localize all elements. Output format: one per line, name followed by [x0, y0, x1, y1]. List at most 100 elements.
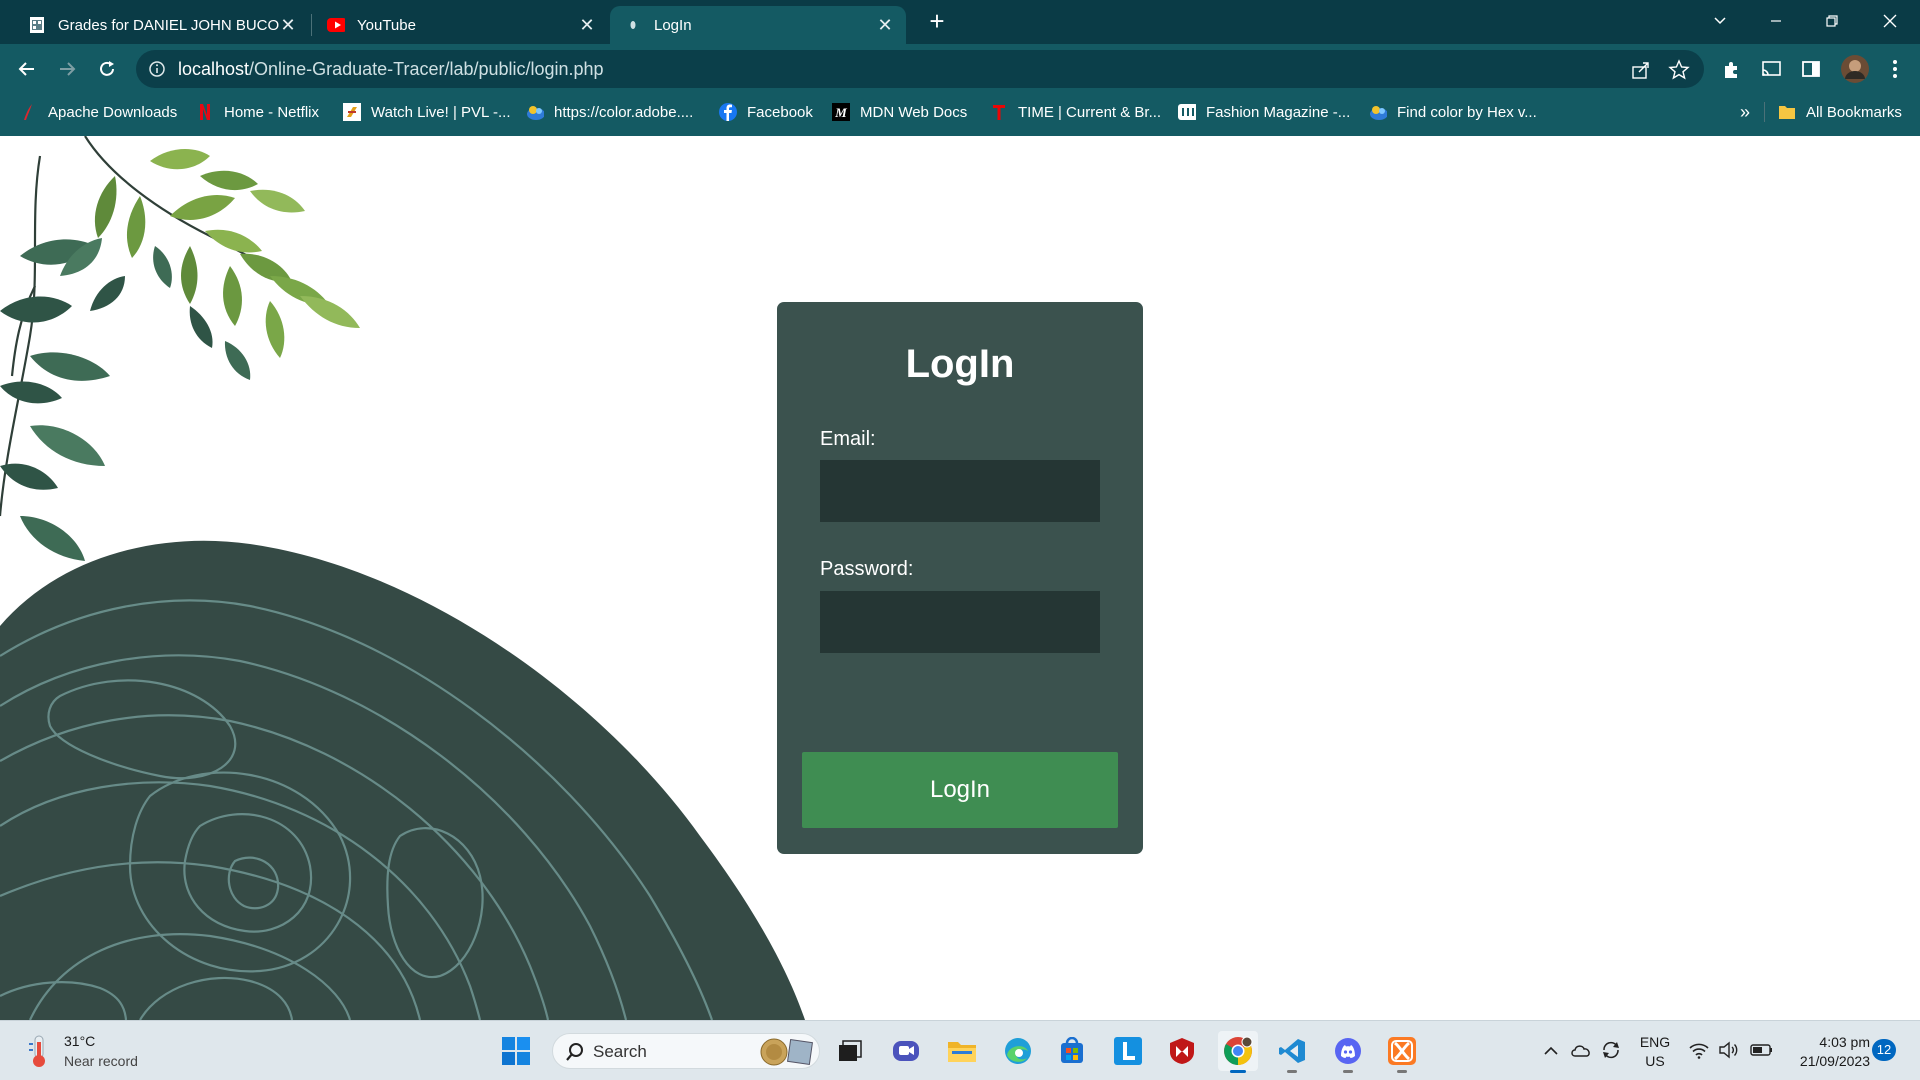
system-clock[interactable]: 4:03 pm 21/09/2023 [1784, 1033, 1870, 1071]
bookmark-apache-downloads[interactable]: Apache Downloads [20, 94, 177, 130]
tab-login[interactable]: LogIn ✕ [610, 6, 906, 44]
tab-grades[interactable]: Grades for DANIEL JOHN BUCO ✕ [14, 6, 309, 44]
email-label: Email: [820, 428, 876, 450]
vscode-button[interactable] [1272, 1031, 1312, 1073]
close-tab-icon[interactable]: ✕ [578, 16, 596, 34]
share-icon[interactable] [1630, 59, 1652, 81]
edge-button[interactable] [998, 1031, 1038, 1071]
bookmark-label: Apache Downloads [48, 103, 178, 121]
bookmark-find-color-hex[interactable]: Find color by Hex v... [1369, 94, 1537, 130]
tab-title: Grades for DANIEL JOHN BUCO [58, 16, 279, 34]
back-button[interactable] [12, 54, 42, 84]
thermometer-icon [29, 1035, 45, 1067]
vscode-icon [1279, 1039, 1305, 1063]
reload-button[interactable] [92, 54, 122, 84]
clock-time: 4:03 pm [1819, 1034, 1870, 1050]
search-icon [566, 1043, 583, 1061]
weather-widget[interactable]: 31°C Near record [26, 1031, 138, 1071]
color-hex-icon [1369, 103, 1387, 121]
bookmark-mdn[interactable]: M MDN Web Docs [832, 94, 967, 130]
tab-strip: Grades for DANIEL JOHN BUCO ✕ YouTube ✕ … [0, 0, 1920, 44]
address-bar[interactable]: localhost/Online-Graduate-Tracer/lab/pub… [136, 50, 1704, 88]
minimize-button[interactable] [1756, 6, 1796, 36]
time-icon [990, 103, 1008, 121]
windows-taskbar: 31°C Near record Search ENG US 4:03 pm 2… [0, 1020, 1920, 1080]
folder-icon [1778, 103, 1796, 121]
bookmark-label: Home - Netflix [224, 103, 320, 121]
chrome-icon [1224, 1036, 1253, 1065]
store-icon [1061, 1037, 1083, 1063]
login-button[interactable]: LogIn [802, 752, 1118, 828]
xampp-icon [1388, 1037, 1416, 1065]
sync-icon[interactable] [1600, 1039, 1622, 1061]
login-title: LogIn [905, 342, 1015, 386]
overflow-chevrons: » [1740, 101, 1751, 122]
xampp-button[interactable] [1382, 1031, 1422, 1073]
file-explorer-icon [948, 1042, 976, 1062]
close-tab-icon[interactable]: ✕ [876, 16, 894, 34]
apache-feather-icon [20, 103, 38, 121]
l-app-icon [1114, 1037, 1142, 1065]
all-bookmarks-button[interactable]: All Bookmarks [1778, 94, 1902, 130]
tab-youtube[interactable]: YouTube ✕ [313, 6, 608, 44]
close-window-button[interactable] [1870, 6, 1910, 36]
bookmark-time[interactable]: TIME | Current & Br... [990, 94, 1161, 130]
email-field[interactable] [820, 460, 1100, 522]
bookmarks-bar: Apache Downloads Home - Netflix Watch Li… [0, 94, 1920, 136]
task-view-button[interactable] [830, 1031, 870, 1071]
discord-icon [1335, 1038, 1361, 1064]
tab-divider [311, 14, 312, 36]
page-viewport: LogIn Email: Password: LogIn [0, 136, 1920, 1020]
start-button[interactable] [496, 1031, 536, 1071]
password-label: Password: [820, 558, 914, 580]
wifi-icon[interactable] [1688, 1039, 1710, 1061]
show-hidden-icons-chevron[interactable] [1540, 1039, 1562, 1061]
battery-icon[interactable] [1750, 1039, 1772, 1061]
bookmark-netflix[interactable]: Home - Netflix [196, 94, 319, 130]
tab-title: YouTube [357, 16, 416, 34]
volume-icon[interactable] [1718, 1039, 1740, 1061]
mdn-icon: M [832, 103, 850, 121]
side-panel-icon[interactable] [1798, 56, 1824, 82]
adobe-color-icon [526, 103, 544, 121]
input-language[interactable]: ENG US [1638, 1033, 1672, 1071]
mcafee-icon [1170, 1038, 1194, 1064]
topographic-blob [0, 540, 805, 1020]
bookmark-star-icon[interactable] [1668, 59, 1690, 81]
l-app-button[interactable] [1108, 1031, 1148, 1071]
password-field[interactable] [820, 591, 1100, 653]
teams-button[interactable] [886, 1031, 926, 1071]
login-card: LogIn Email: Password: LogIn [777, 302, 1143, 854]
bookmarks-divider [1764, 102, 1765, 122]
bookmark-adobe-color[interactable]: https://color.adobe.... [526, 94, 693, 130]
bookmark-label: https://color.adobe.... [554, 103, 694, 121]
bookmark-label: TIME | Current & Br... [1018, 103, 1162, 121]
extensions-icon[interactable] [1718, 56, 1744, 82]
chrome-button[interactable] [1218, 1031, 1258, 1073]
mcafee-button[interactable] [1162, 1031, 1202, 1071]
site-info-icon[interactable] [148, 60, 166, 78]
close-tab-icon[interactable]: ✕ [279, 16, 297, 34]
profile-avatar[interactable] [1840, 54, 1870, 84]
leaf-cluster [0, 149, 360, 561]
onedrive-cloud-icon[interactable] [1570, 1039, 1592, 1061]
weather-temperature: 31°C [64, 1033, 96, 1049]
tab-search-chevron-icon[interactable] [1700, 6, 1740, 36]
taskbar-search[interactable]: Search [552, 1033, 820, 1069]
menu-kebab-icon[interactable] [1882, 56, 1908, 82]
bookmarks-overflow-button[interactable]: » [1740, 94, 1750, 130]
file-explorer-button[interactable] [942, 1031, 982, 1071]
tab-title: LogIn [654, 16, 692, 34]
bookmark-fashion-magazine[interactable]: Fashion Magazine -... [1178, 94, 1350, 130]
pvl-icon [343, 103, 361, 121]
new-tab-button[interactable]: + [923, 8, 951, 36]
forward-button[interactable] [52, 54, 82, 84]
restore-button[interactable] [1812, 6, 1852, 36]
store-button[interactable] [1052, 1031, 1092, 1071]
bookmark-pvl[interactable]: Watch Live! | PVL -... [343, 94, 511, 130]
bookmark-facebook[interactable]: Facebook [719, 94, 813, 130]
cast-icon[interactable] [1758, 56, 1784, 82]
notification-count-badge[interactable]: 12 [1872, 1039, 1896, 1061]
running-indicator [1287, 1070, 1297, 1073]
discord-button[interactable] [1328, 1031, 1368, 1073]
